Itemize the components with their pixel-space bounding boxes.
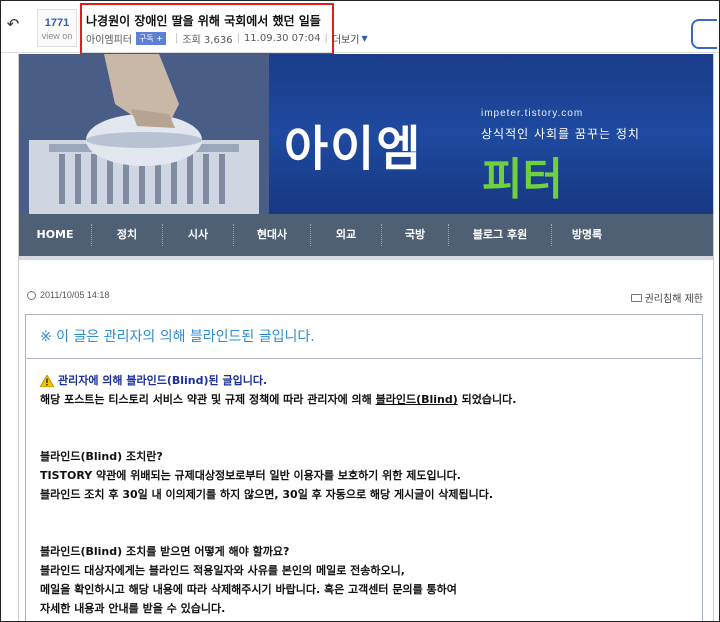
notice-text: 되었습니다. bbox=[457, 393, 517, 406]
back-arrow-icon[interactable]: ↶ bbox=[5, 15, 21, 33]
blog-title-main[interactable]: 아이엠 bbox=[284, 109, 422, 179]
post-date: 2011/10/05 14:18 bbox=[40, 290, 110, 300]
post-datetime: 11.09.30 07:04 bbox=[243, 33, 321, 44]
post-title[interactable]: 나경원이 장애인 딸을 위해 국회에서 했던 일들 bbox=[86, 12, 321, 29]
chevron-down-icon[interactable]: ▼ bbox=[361, 34, 367, 43]
faq-question: 블라인드(Blind) 조치란? bbox=[40, 450, 163, 463]
notice-heading: ※ 이 글은 관리자의 의해 블라인드된 글입니다. bbox=[26, 315, 702, 359]
nav-guestbook[interactable]: 방명록 bbox=[552, 212, 622, 258]
views-count: 1771 bbox=[44, 17, 70, 29]
view-counter[interactable]: 1771 view on bbox=[37, 9, 77, 47]
capitol-hand-image bbox=[19, 54, 269, 214]
blind-link[interactable]: 블라인드(Blind) bbox=[376, 393, 458, 406]
divider: | bbox=[324, 33, 328, 44]
blog-title-accent[interactable]: 피터 bbox=[482, 143, 563, 207]
folder-icon bbox=[630, 293, 642, 302]
side-panel-edge bbox=[691, 19, 717, 49]
subscribe-button[interactable]: 구독 + bbox=[136, 32, 166, 45]
faq-question: 블라인드(Blind) 조치를 받으면 어떻게 해야 할까요? bbox=[40, 545, 290, 558]
post-date-row: 2011/10/05 14:18 bbox=[27, 290, 109, 300]
highlight-box bbox=[80, 3, 334, 55]
report-label[interactable]: 권리침해 제한 bbox=[645, 290, 703, 305]
more-button[interactable]: 더보기 bbox=[332, 31, 360, 46]
blog-slogan: 상식적인 사회를 꿈꾸는 정치 bbox=[481, 127, 640, 141]
report-link[interactable]: 권리침해 제한 bbox=[630, 290, 703, 305]
faq-answer: 블라인드 조치 후 30일 내 이의제기를 하지 않으면, 30일 후 자동으로… bbox=[40, 488, 494, 501]
page-frame: ↶ 1771 view on 나경원이 장애인 딸을 위해 국회에서 했던 일들… bbox=[0, 0, 720, 622]
nav-home[interactable]: HOME bbox=[19, 212, 91, 258]
notice-line: 해당 포스트는 티스토리 서비스 약관 및 규제 정책에 따라 관리자에 의해 … bbox=[40, 390, 702, 409]
blog-url: impeter.tistory.com bbox=[481, 108, 584, 119]
notice-body: 관리자에 의해 블라인드(Blind)된 글입니다. 해당 포스트는 티스토리 … bbox=[26, 359, 702, 618]
author-link[interactable]: 아이엠피터 bbox=[86, 31, 132, 46]
notice-text: 해당 포스트는 티스토리 서비스 약관 및 규제 정책에 따라 관리자에 의해 bbox=[40, 393, 376, 406]
nav-defense[interactable]: 국방 bbox=[382, 212, 448, 258]
nav-blog-support[interactable]: 블로그 후원 bbox=[449, 212, 551, 258]
faq-answer: 자세한 내용과 안내를 받을 수 있습니다. bbox=[40, 602, 226, 615]
blog-page: impeter.tistory.com 상식적인 사회를 꿈꾸는 정치 아이엠 … bbox=[18, 54, 714, 621]
nav-current-affairs[interactable]: 시사 bbox=[163, 212, 233, 258]
views-text: 조회 3,636 bbox=[182, 35, 233, 46]
faq-answer: 블라인드 대상자에게는 블라인드 적용일자와 사유를 본인의 메일로 전송하오니… bbox=[40, 564, 405, 577]
views-label: view on bbox=[41, 31, 73, 41]
blind-notice: ※ 이 글은 관리자의 의해 블라인드된 글입니다. 관리자에 의해 블라인드(… bbox=[25, 314, 703, 621]
divider: | bbox=[174, 33, 179, 44]
nav-diplomacy[interactable]: 외교 bbox=[311, 212, 381, 258]
divider: | bbox=[236, 33, 240, 44]
post-topbar: ↶ 1771 view on 나경원이 장애인 딸을 위해 국회에서 했던 일들… bbox=[1, 1, 719, 55]
warning-title: 관리자에 의해 블라인드(Blind)된 글입니다. bbox=[58, 374, 268, 387]
blog-header: impeter.tistory.com 상식적인 사회를 꿈꾸는 정치 아이엠 … bbox=[19, 54, 713, 214]
nav-modern-history[interactable]: 현대사 bbox=[234, 212, 310, 258]
warning-line: 관리자에 의해 블라인드(Blind)된 글입니다. bbox=[40, 371, 702, 390]
post-meta: 아이엠피터 구독 + | 조회 3,636 | 11.09.30 07:04 |… bbox=[86, 31, 368, 46]
nav-politics[interactable]: 정치 bbox=[92, 212, 162, 258]
warning-icon bbox=[40, 374, 54, 387]
clock-icon bbox=[27, 290, 36, 300]
blog-nav: HOME 정치 시사 현대사 외교 국방 블로그 후원 방명록 bbox=[19, 214, 713, 260]
faq-answer: TISTORY 약관에 위배되는 규제대상정보로부터 일반 이용자를 보호하기 … bbox=[40, 469, 461, 482]
faq-answer: 메일을 확인하시고 해당 내용에 따라 삭제해주시기 바랍니다. 혹은 고객센터… bbox=[40, 583, 457, 596]
